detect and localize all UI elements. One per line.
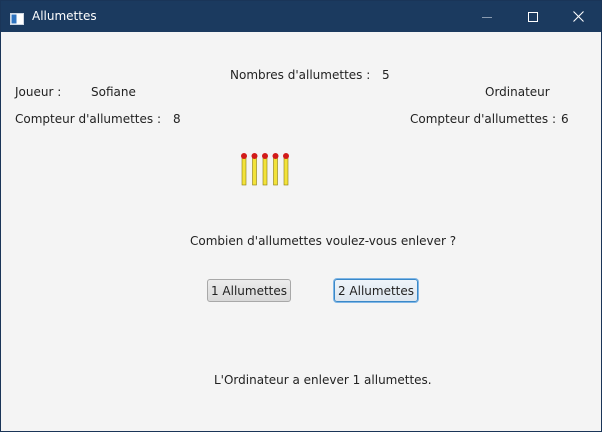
nombres-allumettes-value: 5 xyxy=(382,68,390,82)
joueur-label: Joueur : xyxy=(15,85,62,99)
minimize-icon xyxy=(482,16,492,18)
ordinateur-counter-value: 6 xyxy=(561,112,569,126)
matches-board xyxy=(241,153,289,186)
matchstick xyxy=(262,153,268,186)
matchstick xyxy=(272,153,279,186)
close-icon xyxy=(572,11,584,22)
remove-two-label: 2 Allumettes xyxy=(337,283,415,298)
matchstick xyxy=(251,153,258,186)
matchstick xyxy=(241,153,247,186)
app-icon xyxy=(10,10,24,25)
nombres-allumettes-label: Nombres d'allumettes : xyxy=(230,68,371,82)
maximize-button[interactable] xyxy=(510,1,556,32)
joueur-counter-label: Compteur d'allumettes : xyxy=(15,112,161,126)
minimize-button[interactable] xyxy=(464,1,510,32)
remove-one-label: 1 Allumettes xyxy=(210,283,288,298)
game-content: Nombres d'allumettes : 5 Joueur : Sofian… xyxy=(1,32,601,431)
maximize-icon xyxy=(528,11,538,22)
close-button[interactable] xyxy=(555,1,601,32)
title-bar: Allumettes xyxy=(1,1,601,32)
status-message: L'Ordinateur a enlever 1 allumettes. xyxy=(214,373,432,387)
app-window: Allumettes Nombres d'allumettes : 5 Joue… xyxy=(0,0,602,432)
ordinateur-name: Ordinateur xyxy=(485,85,550,99)
joueur-counter-value: 8 xyxy=(173,112,181,126)
remove-two-button[interactable]: 2 Allumettes xyxy=(334,279,418,302)
remove-one-button[interactable]: 1 Allumettes xyxy=(207,279,291,302)
window-title: Allumettes xyxy=(32,9,97,23)
question-text: Combien d'allumettes voulez-vous enlever… xyxy=(190,234,457,248)
ordinateur-counter-label: Compteur d'allumettes : xyxy=(410,112,556,126)
joueur-name: Sofiane xyxy=(91,85,136,99)
matchstick xyxy=(283,153,289,186)
